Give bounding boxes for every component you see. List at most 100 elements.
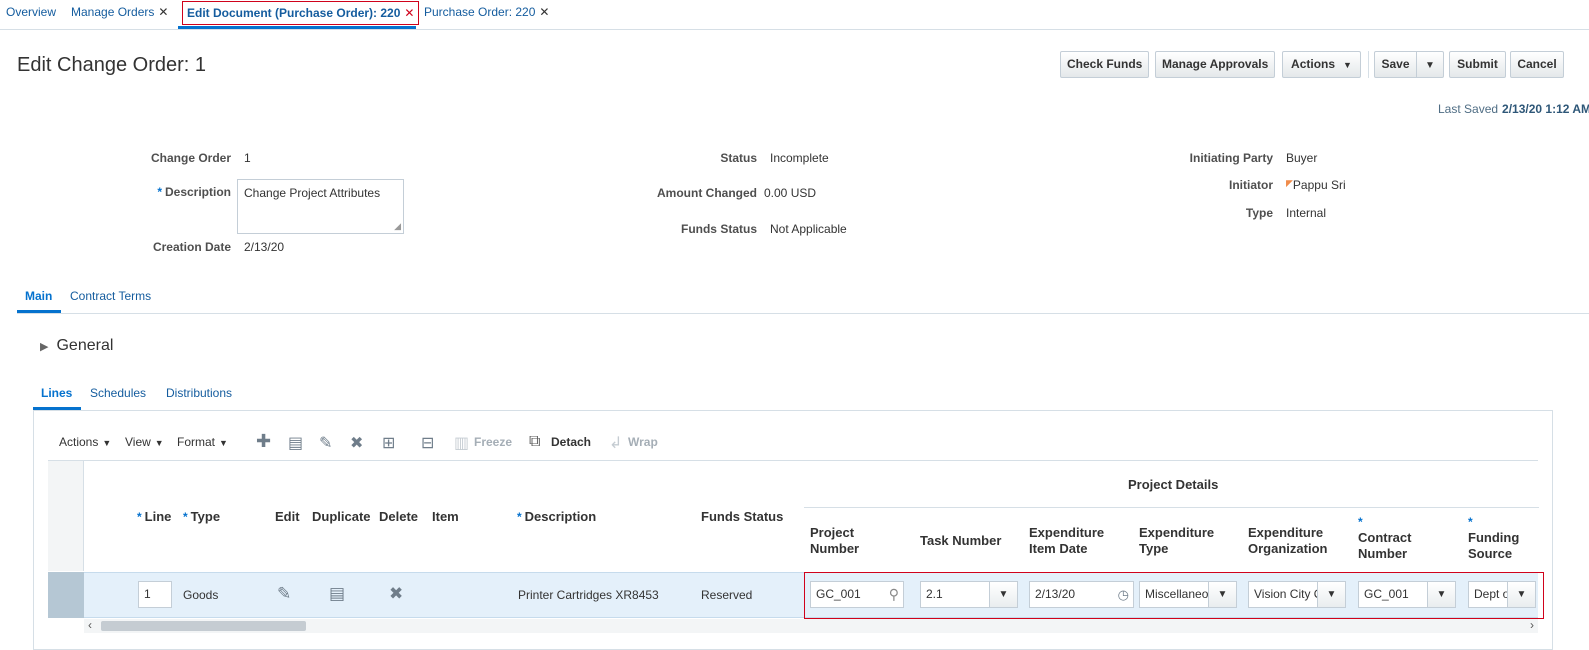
tab-edit-document[interactable]: Edit Document (Purchase Order): 220 ✕ — [182, 1, 420, 25]
col-expenditure-organization[interactable]: Expenditure Organization — [1248, 525, 1327, 557]
active-tab-indicator — [178, 26, 416, 29]
col-funding-source-line2: Source — [1468, 546, 1513, 561]
col-line[interactable]: * Line — [137, 509, 171, 525]
last-saved-label: Last Saved — [1438, 102, 1499, 116]
save-options-dropdown[interactable]: ▼ — [1416, 51, 1444, 78]
edit-row-icon[interactable]: ✎ — [277, 584, 291, 604]
line-number-input[interactable]: 1 — [138, 581, 172, 608]
format-menu[interactable]: Format ▼ — [177, 435, 228, 449]
col-project-number-line1: Project — [810, 525, 855, 540]
save-button[interactable]: Save — [1374, 51, 1417, 78]
col-delete[interactable]: Delete — [379, 509, 418, 525]
col-project-number-line2: Number — [810, 541, 860, 556]
col-funding-source-line1: Funding — [1468, 530, 1520, 545]
required-indicator: * — [1358, 515, 1363, 529]
creation-date-value: 2/13/20 — [244, 240, 285, 254]
table-actions-label: Actions — [59, 435, 99, 449]
detach-icon[interactable]: ⧉ — [529, 433, 540, 451]
page-title: Edit Change Order: 1 — [17, 54, 206, 76]
col-contract-number-line1: Contract — [1358, 530, 1412, 545]
chevron-down-icon: ▼ — [219, 438, 228, 448]
col-line-label: Line — [144, 509, 172, 524]
funds-status-label: Funds Status — [680, 222, 757, 236]
delete-icon[interactable]: ✖ — [350, 433, 363, 453]
duplicate-row-icon[interactable]: ▤ — [288, 433, 303, 453]
check-funds-button[interactable]: Check Funds — [1060, 51, 1149, 78]
view-menu-label: View — [125, 435, 151, 449]
chevron-down-icon: ▼ — [1343, 60, 1352, 70]
tab-schedules[interactable]: Schedules — [90, 386, 146, 400]
delete-row-icon[interactable]: ✖ — [389, 584, 403, 604]
resize-grip-icon[interactable]: ◢ — [394, 221, 401, 232]
col-task-number[interactable]: Task Number — [920, 533, 1001, 549]
required-indicator: * — [517, 510, 522, 524]
tab-contract-terms[interactable]: Contract Terms — [70, 289, 151, 303]
col-edit[interactable]: Edit — [275, 509, 300, 525]
actions-menu-button[interactable]: Actions ▼ — [1282, 51, 1361, 78]
last-saved-info: Last Saved 2/13/20 1:12 AM — [1438, 102, 1589, 116]
edit-icon[interactable]: ✎ — [319, 433, 332, 453]
col-type[interactable]: * Type — [183, 509, 220, 525]
scroll-right-icon[interactable]: › — [1530, 618, 1534, 632]
col-funds-status[interactable]: Funds Status — [701, 509, 783, 525]
col-item[interactable]: Item — [432, 509, 459, 525]
col-expenditure-item-date[interactable]: Expenditure Item Date — [1029, 525, 1104, 557]
tab-overview[interactable]: Overview — [6, 0, 56, 26]
scrollbar-thumb[interactable] — [101, 621, 306, 631]
tab-distributions[interactable]: Distributions — [166, 386, 232, 400]
query-by-example-icon[interactable]: ⊟ — [421, 433, 434, 453]
col-contract-number[interactable]: * Contract Number — [1358, 514, 1411, 562]
status-value: Incomplete — [770, 151, 829, 165]
type-label: Type — [1245, 206, 1273, 220]
wrap-button: Wrap — [628, 435, 658, 449]
description-label-text: Description — [164, 185, 231, 199]
close-icon[interactable]: ✕ — [158, 5, 168, 19]
submit-button[interactable]: Submit — [1449, 51, 1506, 78]
add-row-icon[interactable]: ✚ — [256, 431, 271, 452]
amount-changed-value: 0.00 USD — [764, 186, 816, 200]
horizontal-scrollbar[interactable]: ‹ › — [84, 618, 1538, 633]
col-exp-type-line1: Expenditure — [1139, 525, 1215, 540]
status-label: Status — [720, 151, 757, 165]
col-project-number[interactable]: Project Number — [810, 525, 859, 557]
initiator-value[interactable]: ◤Pappu Sri — [1286, 178, 1346, 192]
cancel-button[interactable]: Cancel — [1510, 51, 1564, 78]
tab-purchase-order[interactable]: Purchase Order: 220 ✕ — [424, 0, 549, 26]
format-menu-label: Format — [177, 435, 216, 449]
general-section-toggle[interactable]: ▶ General — [40, 337, 113, 355]
wrap-icon: ↲ — [609, 435, 623, 452]
type-value: Internal — [1286, 206, 1327, 220]
duplicate-row-icon[interactable]: ▤ — [329, 584, 345, 604]
tab-main[interactable]: Main — [25, 289, 52, 303]
col-funding-source[interactable]: * Funding Source — [1468, 514, 1519, 562]
row-selector[interactable] — [48, 572, 84, 618]
initiating-party-label: Initiating Party — [1189, 151, 1273, 165]
required-indicator: * — [157, 185, 162, 199]
description-value: Change Project Attributes — [244, 186, 381, 200]
col-duplicate[interactable]: Duplicate — [312, 509, 371, 525]
col-exp-item-date-line1: Expenditure — [1029, 525, 1105, 540]
col-description[interactable]: * Description — [517, 509, 596, 525]
description-label: * Description — [100, 185, 231, 199]
split-columns-icon[interactable]: ⊞ — [382, 433, 395, 453]
close-icon[interactable]: ✕ — [404, 6, 414, 20]
view-menu[interactable]: View ▼ — [125, 435, 164, 449]
tab-manage-orders[interactable]: Manage Orders ✕ — [71, 0, 168, 26]
col-expenditure-type[interactable]: Expenditure Type — [1139, 525, 1214, 557]
actions-menu-label: Actions — [1291, 57, 1336, 71]
tab-purchase-order-label: Purchase Order: 220 — [424, 5, 536, 19]
required-indicator: * — [1468, 515, 1473, 529]
col-exp-org-line2: Organization — [1248, 541, 1328, 556]
close-icon[interactable]: ✕ — [539, 5, 549, 19]
table-actions-menu[interactable]: Actions ▼ — [59, 435, 111, 449]
tab-edit-document-label: Edit Document (Purchase Order): 220 — [187, 6, 401, 20]
col-exp-org-line1: Expenditure — [1248, 525, 1324, 540]
description-field[interactable]: Change Project Attributes ◢ — [237, 179, 404, 234]
tab-lines[interactable]: Lines — [41, 386, 72, 400]
manage-approvals-button[interactable]: Manage Approvals — [1155, 51, 1275, 78]
person-flag-icon: ◤ — [1286, 178, 1293, 188]
funds-status-link[interactable]: Reserved — [701, 588, 752, 602]
section-divider — [17, 313, 1589, 314]
detach-button[interactable]: Detach — [551, 435, 591, 449]
scroll-left-icon[interactable]: ‹ — [88, 618, 92, 632]
